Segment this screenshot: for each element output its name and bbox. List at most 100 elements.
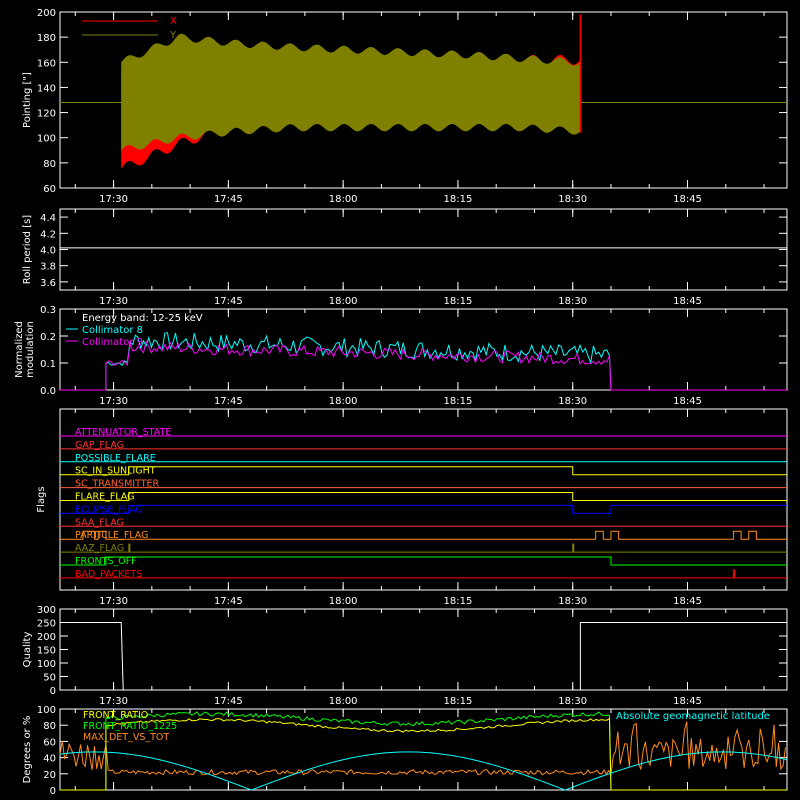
y-axis-label: Flags: [36, 486, 47, 512]
legend-max-det-vs-tot: MAX_DET_VS_TOT: [83, 732, 169, 743]
y-tick-label: 3.8: [40, 262, 56, 273]
y-tick-label: 60: [43, 737, 56, 748]
x-tick-label: 18:30: [558, 696, 587, 707]
y-tick-label: 60: [43, 184, 56, 195]
flag-trace: [60, 556, 787, 566]
legend-label-x: X: [170, 16, 177, 27]
quality-trace: [60, 622, 787, 691]
flag-trace: [60, 530, 787, 540]
y-axis-label: Normalized: [14, 321, 25, 378]
flag-trace: [60, 543, 787, 553]
y-tick-label: 4.0: [40, 246, 56, 257]
x-tick-label: 17:30: [99, 596, 128, 607]
x-tick-label: 17:30: [99, 696, 128, 707]
y-axis-label: Roll period [s]: [22, 215, 33, 284]
x-tick-label: 17:30: [99, 194, 128, 205]
x-tick-label: 18:00: [329, 296, 358, 307]
y-axis-label: modulation: [25, 321, 36, 378]
y-tick-label: 80: [43, 721, 56, 732]
y-tick-label: 100: [37, 134, 56, 145]
x-tick-label: 17:30: [99, 296, 128, 307]
x-tick-label: 18:30: [558, 296, 587, 307]
x-tick-label: 18:45: [673, 194, 702, 205]
y-tick-label: 0.1: [40, 359, 56, 370]
flag-label: PARTICLE_FLAG: [75, 530, 148, 541]
x-tick-label: 18:00: [329, 194, 358, 205]
x-tick-label: 18:15: [444, 194, 473, 205]
legend-energy-band: Energy band: 12-25 keV: [82, 313, 203, 324]
legend-geomagnetic-latitude: Absolute geomagnetic latitude: [616, 711, 770, 722]
x-tick-label: 18:15: [444, 296, 473, 307]
y-tick-label: 200: [37, 632, 56, 643]
rhessi-summary-figure: 17:30 17:45 18:00 18:15 18:30 18:45 60 80 100 120…: [14, 8, 788, 797]
x-tick-label: 17:30: [99, 396, 128, 407]
flag-label: POSSIBLE_FLARE: [75, 453, 156, 464]
x-tick-label: 18:30: [558, 596, 587, 607]
ratios-panel: 0 20 40 60 80 100 Degrees or % FRONT_RATIOFRONT…: [22, 705, 788, 797]
x-tick-label: 17:45: [214, 194, 243, 205]
y-tick-label: 100: [37, 659, 56, 670]
pointing-panel: 17:30 17:45 18:00 18:15 18:30 18:45 60 80 100 120…: [22, 8, 788, 205]
y-tick-label: 0.0: [40, 386, 56, 397]
collimator-8-trace: [60, 332, 787, 391]
flag-label: BAD_PACKETS: [75, 569, 142, 580]
x-tick-label: 18:30: [558, 194, 587, 205]
x-tick-label: 17:45: [214, 396, 243, 407]
x-tick-label: 18:45: [673, 696, 702, 707]
flag-label: AAZ_FLAG: [75, 543, 124, 554]
x-tick-label: 18:45: [673, 396, 702, 407]
flag-trace: [60, 492, 787, 501]
y-tick-label: 250: [37, 619, 56, 630]
flag-label: SC_IN_SUNLIGHT: [75, 466, 156, 477]
y-tick-label: 20: [43, 770, 56, 781]
x-tick-label: 18:00: [329, 396, 358, 407]
x-tick-label: 17:45: [214, 596, 243, 607]
x-tick-label: 17:45: [214, 696, 243, 707]
y-axis-label: Quality: [22, 632, 33, 668]
y-tick-label: 4.2: [40, 229, 56, 240]
quality-panel: 17:30 17:45 18:00 18:15 18:30 18:45 0 50 100 150 2…: [22, 605, 788, 707]
flag-label: ATTENUATOR_STATE: [75, 427, 171, 438]
modulation-panel: 17:30 17:45 18:00 18:15 18:30 18:45 0.0 0.1 0.2 0…: [14, 305, 788, 407]
flag-trace: [60, 504, 787, 514]
legend-label-c8: Collimator 8: [82, 325, 143, 336]
y-tick-label: 0.2: [40, 332, 56, 343]
flag-label: SAA_FLAG: [75, 517, 124, 528]
roll-period-panel: 17:30 17:45 18:00 18:15 18:30 18:45 3.6 3.8 4.0 4…: [22, 208, 788, 307]
y-tick-label: 0: [50, 686, 56, 697]
y-axis-label: Degrees or %: [22, 716, 33, 784]
legend-label-c9: Collimator 9: [82, 337, 143, 348]
y-tick-label: 200: [37, 8, 56, 19]
x-tick-label: 18:45: [673, 296, 702, 307]
flag-trace: [60, 569, 787, 579]
legend-label-y: Y: [169, 30, 177, 41]
y-tick-label: 50: [43, 673, 56, 684]
y-tick-label: 40: [43, 754, 56, 765]
pointing-y-band: [121, 33, 581, 151]
flags-panel: 17:30 17:45 18:00 18:15 18:30 18:45 Flags ATTEN…: [36, 408, 788, 607]
flag-label: SC_TRANSMITTER: [75, 479, 160, 490]
y-tick-label: 0: [50, 786, 56, 797]
y-tick-label: 160: [37, 58, 56, 69]
y-tick-label: 140: [37, 83, 56, 94]
flag-trace: [60, 466, 787, 476]
x-tick-label: 18:15: [444, 596, 473, 607]
x-tick-label: 18:15: [444, 396, 473, 407]
geomagnetic-latitude-trace: [59, 751, 788, 791]
legend-front-ratio: FRONT_RATIO: [83, 710, 148, 721]
x-tick-label: 18:00: [329, 696, 358, 707]
y-tick-label: 3.6: [40, 278, 56, 289]
flag-label: FLARE_FLAG: [75, 492, 135, 503]
y-axis-label: Pointing ["]: [22, 72, 33, 128]
x-tick-label: 18:15: [444, 696, 473, 707]
y-tick-label: 100: [37, 705, 56, 716]
y-tick-label: 120: [37, 109, 56, 120]
plot-frame: [59, 208, 788, 291]
y-tick-label: 0.3: [40, 305, 56, 316]
y-tick-label: 150: [37, 646, 56, 657]
y-tick-label: 80: [43, 159, 56, 170]
flag-label: FRONTS_OFF: [75, 556, 137, 567]
legend-front-ratio-1225: FRONT_RATIO_1225: [83, 721, 177, 732]
x-tick-label: 18:30: [558, 396, 587, 407]
x-tick-label: 18:45: [673, 596, 702, 607]
